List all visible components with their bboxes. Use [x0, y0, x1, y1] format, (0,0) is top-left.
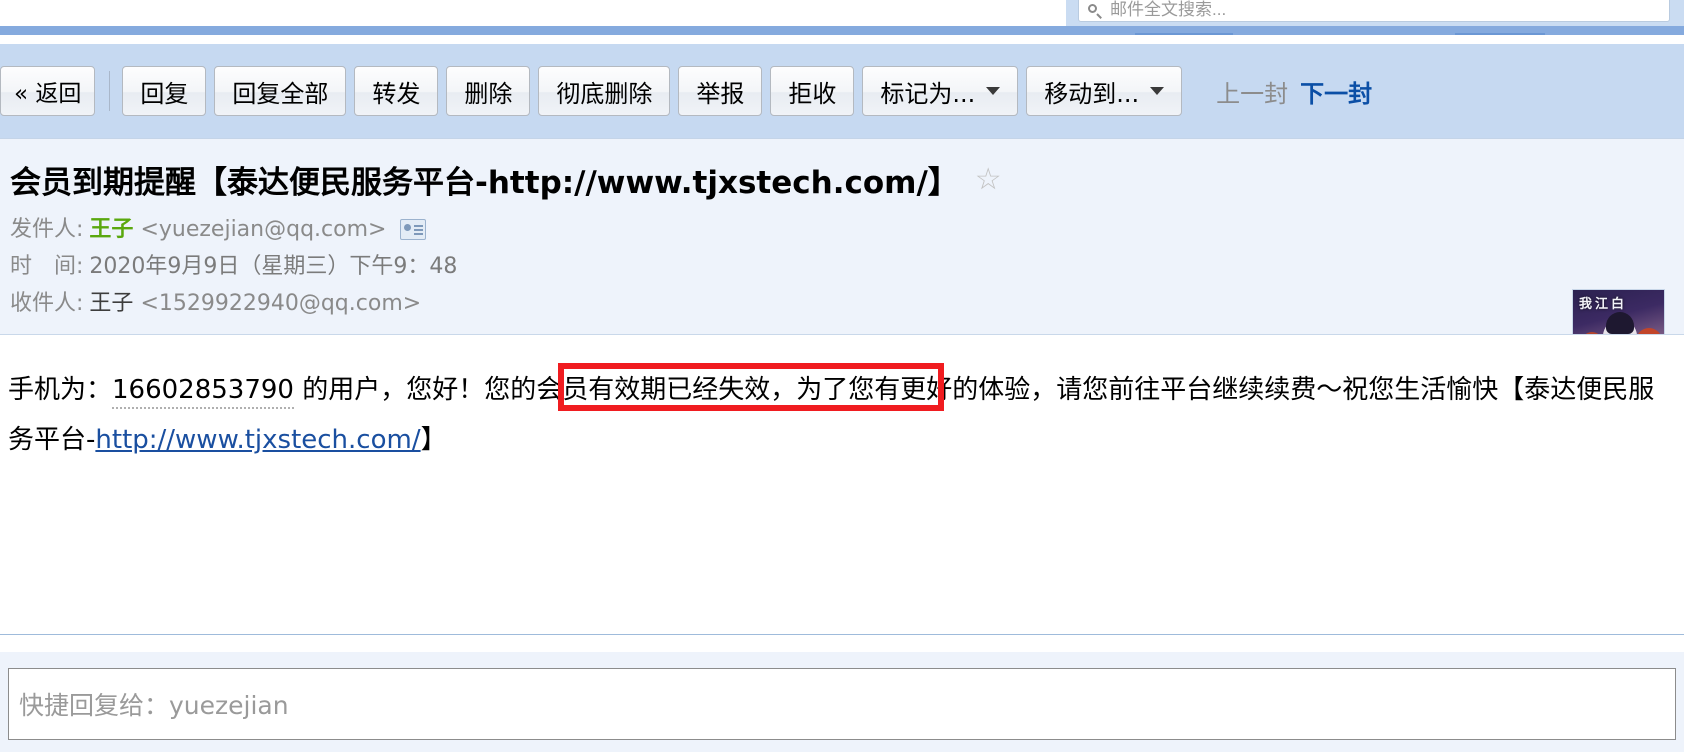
date-row: 时 间: 2020年9月9日（星期三）下午9：48	[10, 248, 457, 285]
report-button[interactable]: 举报	[678, 66, 763, 116]
move-to-label: 移动到...	[1044, 79, 1140, 108]
previous-mail-link[interactable]: 上一封	[1216, 74, 1288, 109]
date-value: 2020年9月9日（星期三）下午9：48	[89, 254, 458, 279]
sender-address[interactable]: <yuezejian@qq.com>	[140, 211, 386, 248]
star-icon[interactable]: ☆	[975, 164, 1002, 195]
recipient-address[interactable]: <1529922940@qq.com>	[140, 285, 421, 322]
reply-button[interactable]: 回复	[122, 66, 207, 116]
permanent-delete-button[interactable]: 彻底删除	[538, 66, 671, 116]
subject-row: 会员到期提醒【泰达便民服务平台-http://www.tjxstech.com/…	[10, 157, 1002, 202]
reply-all-button[interactable]: 回复全部	[214, 66, 347, 116]
date-label: 时 间:	[10, 254, 84, 279]
toolbar-gap	[0, 35, 1684, 44]
body-link[interactable]: http://www.tjxstech.com/	[95, 425, 420, 455]
mail-navigation: 上一封 下一封	[1216, 74, 1372, 109]
chevron-down-icon	[1150, 87, 1165, 95]
avatar-title-text: 我江白	[1579, 297, 1628, 312]
avatar-hair-center	[1606, 312, 1634, 334]
mail-toolbar: « 返回 回复 回复全部 转发 删除 彻底删除 举报 拒收 标记为... 移动到…	[0, 44, 1684, 138]
quick-reply-panel: 快捷回复给：yuezejian	[0, 652, 1684, 752]
body-line2-suffix: 】	[420, 425, 447, 455]
mail-meta: 发件人: 王子 <yuezejian@qq.com> 时 间: 2020年9月9…	[10, 211, 457, 322]
mark-as-dropdown[interactable]: 标记为...	[862, 66, 1019, 116]
back-button[interactable]: « 返回	[0, 66, 96, 116]
quick-reply-placeholder: 快捷回复给：yuezejian	[19, 691, 289, 720]
recipient-name[interactable]: 王子	[89, 285, 133, 322]
toolbar-divider	[109, 71, 111, 111]
reject-button[interactable]: 拒收	[770, 66, 855, 116]
quick-reply-input[interactable]: 快捷回复给：yuezejian	[8, 668, 1676, 740]
contact-card-icon[interactable]	[400, 219, 427, 240]
search-input-placeholder[interactable]: 邮件全文搜索...	[1110, 0, 1226, 19]
body-line1-mid: 的用户，您好！您的会员有效期已经失效，为了您有更好的体验，请您前往平台继续续费～…	[293, 375, 1369, 405]
sender-label: 发件人:	[10, 217, 84, 242]
move-to-dropdown[interactable]: 移动到...	[1026, 66, 1183, 116]
delete-button[interactable]: 删除	[446, 66, 531, 116]
sender-name[interactable]: 王子	[89, 211, 133, 248]
top-strip: 邮件全文搜索...	[0, 0, 1684, 26]
search-box[interactable]: 邮件全文搜索...	[1078, 0, 1670, 22]
sender-row: 发件人: 王子 <yuezejian@qq.com>	[10, 211, 457, 248]
recipient-row: 收件人: 王子 <1529922940@qq.com>	[10, 285, 457, 322]
recipient-label: 收件人:	[10, 291, 84, 316]
page-title: 会员到期提醒【泰达便民服务平台-http://www.tjxstech.com/…	[10, 165, 959, 201]
body-line1-prefix: 手机为：	[8, 375, 113, 405]
body-bottom-divider	[0, 634, 1684, 653]
mail-body-text: 手机为：16602853790 的用户，您好！您的会员有效期已经失效，为了您有更…	[8, 365, 1678, 465]
mail-header-panel: 会员到期提醒【泰达便民服务平台-http://www.tjxstech.com/…	[0, 138, 1684, 447]
tab-strip-band	[0, 26, 1684, 35]
mail-body-panel: 手机为：16602853790 的用户，您好！您的会员有效期已经失效，为了您有更…	[0, 334, 1684, 635]
search-icon	[1087, 3, 1103, 19]
mark-as-label: 标记为...	[880, 79, 976, 108]
next-mail-link[interactable]: 下一封	[1300, 74, 1372, 109]
chevron-down-icon	[986, 87, 1001, 95]
forward-button[interactable]: 转发	[354, 66, 439, 116]
phone-number: 16602853790	[112, 375, 294, 409]
